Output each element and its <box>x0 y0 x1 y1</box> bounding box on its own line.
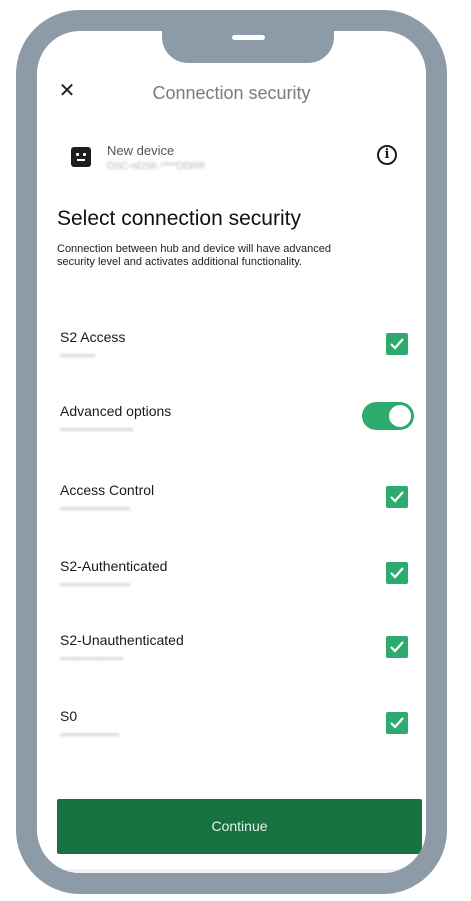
s2-access-checkbox[interactable] <box>386 333 408 355</box>
option-s2-access: S2 Access •••••••••• <box>37 329 426 379</box>
header: ✕ Connection security <box>37 75 426 111</box>
option-sub: •••••••••••••••••• <box>60 654 124 665</box>
option-label: S2-Authenticated <box>60 558 168 574</box>
info-icon[interactable]: i <box>377 145 397 165</box>
device-name: New device <box>107 143 175 158</box>
option-label: S2-Unauthenticated <box>60 632 184 648</box>
continue-button[interactable]: Continue <box>57 799 422 854</box>
section-description: Connection between hub and device will h… <box>57 243 331 268</box>
option-label: Advanced options <box>60 403 172 419</box>
option-sub: ••••••••••••••••• <box>60 730 120 741</box>
option-access-control: Access Control •••••••••••••••••••• <box>37 482 426 532</box>
page-title: Connection security <box>152 83 311 103</box>
option-label: S2 Access <box>60 329 126 345</box>
checkmark-icon <box>390 491 404 503</box>
toggle-knob <box>389 405 411 427</box>
access-control-checkbox[interactable] <box>386 486 408 508</box>
advanced-options-toggle[interactable] <box>362 402 414 430</box>
s0-checkbox[interactable] <box>386 712 408 734</box>
screen: ✕ Connection security New device DSC-nDS… <box>37 31 426 873</box>
option-label: Access Control <box>60 482 155 498</box>
section-title: Select connection security <box>57 207 301 230</box>
speaker-bar <box>232 35 265 40</box>
checkmark-icon <box>390 338 404 350</box>
scan-more-devices-button[interactable]: Scan more devices <box>57 869 422 873</box>
checkmark-icon <box>390 641 404 653</box>
s2-unauthenticated-checkbox[interactable] <box>386 636 408 658</box>
option-s2-unauthenticated: S2-Unauthenticated •••••••••••••••••• <box>37 632 426 682</box>
option-s0: S0 ••••••••••••••••• <box>37 708 426 758</box>
option-sub: •••••••••••••••••••• <box>60 580 131 591</box>
option-sub: •••••••••• <box>60 351 96 362</box>
checkmark-icon <box>390 717 404 729</box>
option-s2-authenticated: S2-Authenticated •••••••••••••••••••• <box>37 558 426 608</box>
option-sub: •••••••••••••••••••• <box>60 504 131 515</box>
device-row: New device DSC-nDSK-****DDRR i <box>37 139 426 183</box>
checkmark-icon <box>390 567 404 579</box>
option-sub: ••••••••••••••••••••• <box>60 425 134 436</box>
device-id: DSC-nDSK-****DDRR <box>107 161 206 172</box>
option-advanced-options: Advanced options ••••••••••••••••••••• <box>37 402 426 453</box>
smart-plug-icon <box>71 147 91 167</box>
phone-frame: ✕ Connection security New device DSC-nDS… <box>16 10 447 894</box>
option-label: S0 <box>60 708 78 724</box>
phone-notch <box>162 31 334 63</box>
s2-authenticated-checkbox[interactable] <box>386 562 408 584</box>
